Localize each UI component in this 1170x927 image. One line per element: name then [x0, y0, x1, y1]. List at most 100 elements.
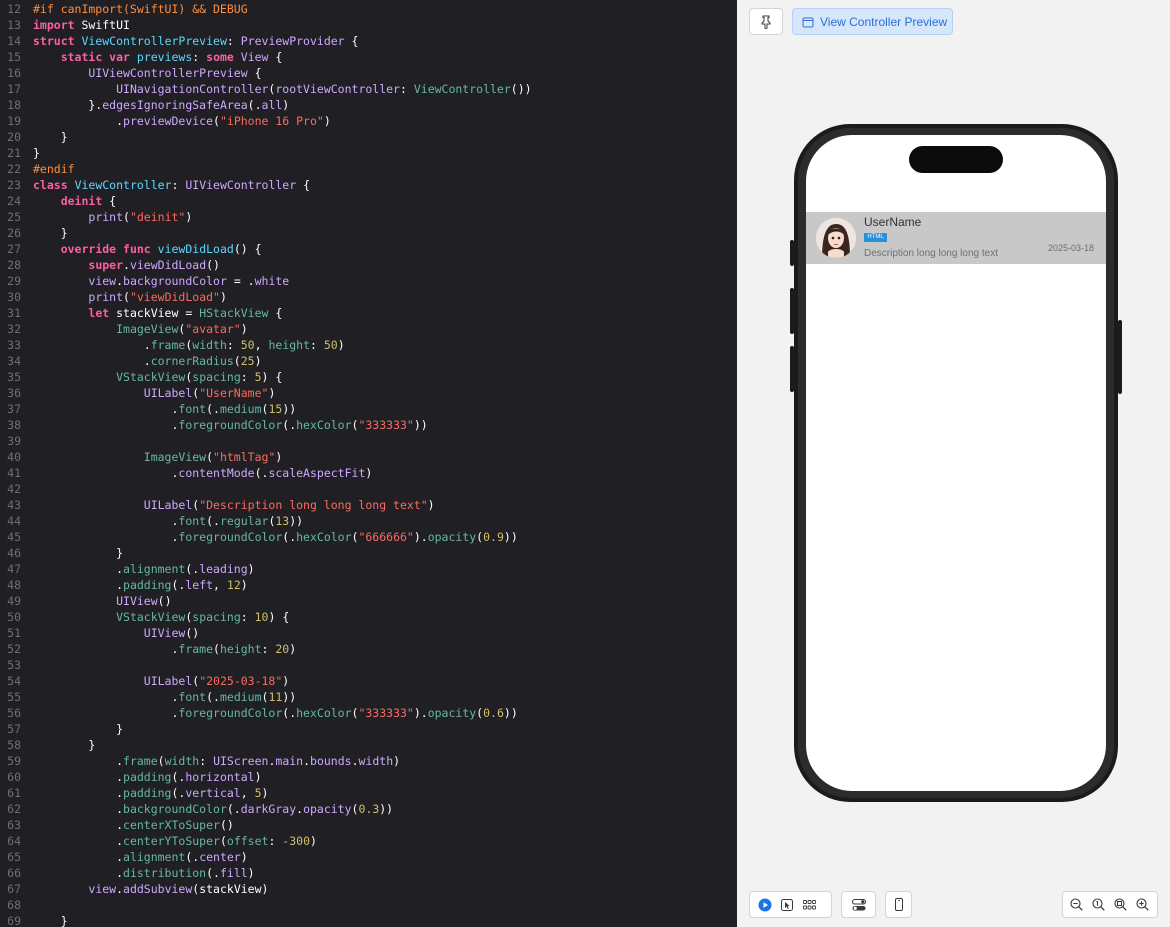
code-line[interactable]: 37 .font(.medium(15)) — [0, 401, 296, 417]
zoom-out-icon — [1069, 898, 1083, 911]
code-line[interactable]: 52 .frame(height: 20) — [0, 641, 296, 657]
code-line[interactable]: 69 } — [0, 913, 67, 927]
zoom-to-fit-button[interactable] — [1109, 892, 1131, 917]
code-text: .font(.medium(15)) — [33, 402, 297, 416]
code-line[interactable]: 41 .contentMode(.scaleAspectFit) — [0, 465, 372, 481]
code-line[interactable]: 12 #if canImport(SwiftUI) && DEBUG — [0, 1, 248, 17]
line-number: 30 — [7, 290, 21, 304]
code-line[interactable]: 68 — [0, 897, 33, 913]
code-editor[interactable]: 12 #if canImport(SwiftUI) && DEBUG 13 impor… — [0, 0, 737, 927]
code-line[interactable]: 34 .cornerRadius(25) — [0, 353, 261, 369]
line-number: 14 — [7, 34, 21, 48]
avatar — [816, 218, 856, 258]
code-line[interactable]: 60 .padding(.horizontal) — [0, 769, 261, 785]
line-number: 68 — [7, 898, 21, 912]
code-line[interactable]: 64 .centerYToSuper(offset: -300) — [0, 833, 317, 849]
zoom-actual-size-button[interactable] — [1087, 892, 1109, 917]
line-number: 40 — [7, 450, 21, 464]
code-line[interactable]: 23 class ViewController: UIViewController… — [0, 177, 310, 193]
code-line[interactable]: 62 .backgroundColor(.darkGray.opacity(0.… — [0, 801, 393, 817]
code-line[interactable]: 36 UILabel("UserName") — [0, 385, 275, 401]
view-controller-preview-tab[interactable]: View Controller Preview — [792, 8, 953, 35]
code-line[interactable]: 58 } — [0, 737, 95, 753]
code-line[interactable]: 67 view.addSubview(stackView) — [0, 881, 268, 897]
code-line[interactable]: 56 .foregroundColor(.hexColor("333333").… — [0, 705, 518, 721]
code-text: .alignment(.center) — [33, 850, 248, 864]
code-line[interactable]: 50 VStackView(spacing: 10) { — [0, 609, 289, 625]
code-text: UILabel("2025-03-18") — [143, 674, 290, 688]
code-line[interactable]: 25 print("deinit") — [0, 209, 192, 225]
line-number: 31 — [7, 306, 21, 320]
code-line[interactable]: 38 .foregroundColor(.hexColor("333333")) — [0, 417, 428, 433]
code-line[interactable]: 14 struct ViewControllerPreview: PreviewP… — [0, 33, 358, 49]
line-number: 16 — [7, 66, 21, 80]
variants-button[interactable] — [841, 891, 876, 918]
code-line[interactable]: 20 } — [0, 129, 67, 145]
code-text: .foregroundColor(.hexColor("333333").opa… — [33, 706, 518, 720]
code-line[interactable]: 32 ImageView("avatar") — [0, 321, 248, 337]
code-line[interactable]: 57 } — [0, 721, 123, 737]
code-text: import SwiftUI — [33, 18, 130, 32]
code-line[interactable]: 46 } — [0, 545, 123, 561]
code-line[interactable]: 28 super.viewDidLoad() — [0, 257, 220, 273]
code-line[interactable]: 15 static var previews: some View { — [0, 49, 282, 65]
code-line[interactable]: 17 UINavigationController(rootViewContro… — [0, 81, 531, 97]
line-number: 23 — [7, 178, 21, 192]
code-line[interactable]: 30 print("viewDidLoad") — [0, 289, 227, 305]
code-line[interactable]: 51 UIView() — [0, 625, 199, 641]
live-mode-button[interactable] — [754, 892, 776, 917]
code-line[interactable]: 31 let stackView = HStackView { — [0, 305, 282, 321]
code-line[interactable]: 26 } — [0, 225, 67, 241]
code-line[interactable]: 65 .alignment(.center) — [0, 849, 248, 865]
code-text: UILabel("Description long long long text… — [143, 498, 435, 512]
code-line[interactable]: 22 #endif — [0, 161, 74, 177]
zoom-out-button[interactable] — [1065, 892, 1087, 917]
code-line[interactable]: 54 UILabel("2025-03-18") — [0, 673, 289, 689]
code-text: print("deinit") — [88, 210, 193, 224]
zoom-in-button[interactable] — [1131, 892, 1153, 917]
line-number: 43 — [7, 498, 21, 512]
grid-mode-button[interactable] — [798, 892, 820, 917]
code-line[interactable]: 49 UIView() — [0, 593, 171, 609]
code-text: } — [33, 146, 40, 160]
code-text: VStackView(spacing: 5) { — [116, 370, 283, 384]
device-settings-button[interactable] — [885, 891, 912, 918]
line-number: 59 — [7, 754, 21, 768]
user-row[interactable]: UserName HTML Description long long long… — [806, 212, 1106, 264]
code-line[interactable]: 21} — [0, 145, 40, 161]
code-text: .frame(width: 50, height: 50) — [33, 338, 345, 352]
code-line[interactable]: 42 — [0, 481, 33, 497]
code-line[interactable]: 19 .previewDevice("iPhone 16 Pro") — [0, 113, 331, 129]
code-text: } — [33, 738, 96, 752]
selectable-mode-button[interactable] — [776, 892, 798, 917]
code-line[interactable]: 40 ImageView("htmlTag") — [0, 449, 282, 465]
code-line[interactable]: 16 UIViewControllerPreview { — [0, 65, 261, 81]
code-line[interactable]: 48 .padding(.left, 12) — [0, 577, 248, 593]
code-text: class ViewController: UIViewController { — [33, 178, 310, 192]
code-line[interactable]: 33 .frame(width: 50, height: 50) — [0, 337, 345, 353]
code-line[interactable]: 44 .font(.regular(13)) — [0, 513, 303, 529]
code-text: .font(.regular(13)) — [33, 514, 304, 528]
code-line[interactable]: 61 .padding(.vertical, 5) — [0, 785, 268, 801]
code-line[interactable]: 59 .frame(width: UIScreen.main.bounds.wi… — [0, 753, 400, 769]
code-line[interactable]: 18 }.edgesIgnoringSafeArea(.all) — [0, 97, 289, 113]
line-number: 49 — [7, 594, 21, 608]
code-line[interactable]: 47 .alignment(.leading) — [0, 561, 254, 577]
code-line[interactable]: 39 — [0, 433, 33, 449]
dynamic-island — [909, 146, 1003, 173]
code-line[interactable]: 55 .font(.medium(11)) — [0, 689, 296, 705]
code-line[interactable]: 29 view.backgroundColor = .white — [0, 273, 289, 289]
code-line[interactable]: 66 .distribution(.fill) — [0, 865, 254, 881]
pin-preview-button[interactable] — [749, 8, 783, 35]
code-line[interactable]: 63 .centerXToSuper() — [0, 817, 234, 833]
code-line[interactable]: 53 — [0, 657, 33, 673]
code-line[interactable]: 45 .foregroundColor(.hexColor("666666").… — [0, 529, 518, 545]
grid-icon — [802, 899, 816, 909]
code-line[interactable]: 24 deinit { — [0, 193, 116, 209]
line-number: 48 — [7, 578, 21, 592]
code-line[interactable]: 27 override func viewDidLoad() { — [0, 241, 261, 257]
code-line[interactable]: 35 VStackView(spacing: 5) { — [0, 369, 282, 385]
code-line[interactable]: 43 UILabel("Description long long long t… — [0, 497, 435, 513]
code-text: .centerXToSuper() — [33, 818, 234, 832]
code-line[interactable]: 13 import SwiftUI — [0, 17, 130, 33]
